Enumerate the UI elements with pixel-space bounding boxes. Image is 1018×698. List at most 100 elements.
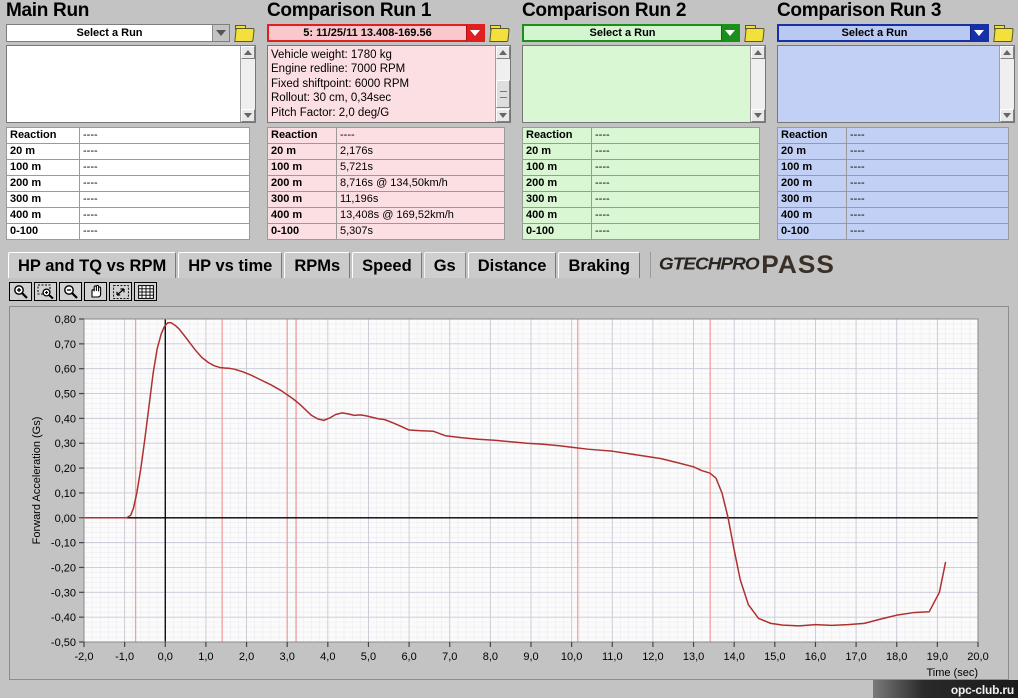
scroll-down-icon[interactable]: [751, 109, 765, 122]
panel-comparison-run-3: Comparison Run 3 Select a Run Reaction --…: [771, 0, 1015, 248]
x-tick-label: 7,0: [442, 651, 457, 663]
stat-value: ----: [846, 191, 1009, 208]
table-row: 300 m ----: [777, 191, 1009, 208]
stat-label: 100 m: [522, 159, 592, 176]
run-info-listbox-r3[interactable]: [777, 45, 1015, 123]
table-row: 100 m 5,721s: [267, 159, 505, 176]
scrollbar-main[interactable]: [240, 46, 255, 122]
x-tick-label: 19,0: [927, 651, 948, 663]
run-select-combo-r1[interactable]: 5: 11/25/11 13.408-169.56: [267, 24, 485, 42]
stat-label: 20 m: [777, 143, 847, 160]
stat-label: 400 m: [777, 207, 847, 224]
chevron-down-icon[interactable]: [466, 25, 483, 41]
run-selector-row-main: Select a Run: [6, 23, 256, 43]
y-tick-label: -0,10: [51, 538, 76, 550]
run-info-listbox-main[interactable]: [6, 45, 256, 123]
table-row: 200 m ----: [522, 175, 760, 192]
tab-rpms[interactable]: RPMs: [284, 252, 351, 278]
tab-distance[interactable]: Distance: [467, 252, 557, 278]
stat-value: ----: [79, 207, 250, 224]
scrollbar-thumb[interactable]: [496, 80, 510, 108]
stat-label: 300 m: [522, 191, 592, 208]
stat-label: 20 m: [267, 143, 337, 160]
zoom-box-icon[interactable]: [34, 282, 57, 301]
y-tick-label: 0,70: [55, 339, 76, 351]
run-select-value-main: Select a Run: [76, 27, 143, 39]
table-row: 300 m ----: [522, 191, 760, 208]
zoom-in-icon[interactable]: [9, 282, 32, 301]
run-select-combo-r3[interactable]: Select a Run: [777, 24, 989, 42]
x-tick-label: 18,0: [886, 651, 907, 663]
table-row: 0-100 ----: [777, 223, 1009, 240]
scroll-up-icon[interactable]: [751, 46, 765, 59]
tab-gs[interactable]: Gs: [423, 252, 466, 278]
scroll-up-icon[interactable]: [1000, 46, 1014, 59]
scroll-up-icon[interactable]: [241, 46, 255, 59]
tab-hp-vs-time[interactable]: HP vs time: [178, 252, 283, 278]
stat-label: 100 m: [267, 159, 337, 176]
grid-icon[interactable]: [134, 282, 157, 301]
forward-acceleration-chart[interactable]: 0,80 0,70 0,60 0,50 0,40 0,30 0,20 0,10 0,00 -0,1…: [10, 307, 1008, 679]
stat-value: ----: [79, 127, 250, 144]
run-info-text-r1: Vehicle weight: 1780 kg Engine redline: …: [271, 49, 410, 119]
x-tick-label: 0,0: [158, 651, 173, 663]
table-row: Reaction ----: [267, 127, 505, 144]
zoom-out-icon[interactable]: [59, 282, 82, 301]
stat-value: ----: [79, 143, 250, 160]
scroll-down-icon[interactable]: [496, 109, 510, 122]
table-row: Reaction ----: [6, 127, 250, 144]
pan-hand-icon[interactable]: [84, 282, 107, 301]
tab-speed[interactable]: Speed: [352, 252, 422, 278]
x-tick-label: 5,0: [361, 651, 376, 663]
stat-label: 300 m: [267, 191, 337, 208]
table-row: 400 m ----: [6, 207, 250, 224]
open-folder-icon-r3[interactable]: [993, 24, 1015, 42]
scrollbar-r2[interactable]: [750, 46, 765, 122]
stat-value: ----: [846, 159, 1009, 176]
open-folder-icon-main[interactable]: [234, 24, 256, 42]
scroll-down-icon[interactable]: [241, 109, 255, 122]
fit-to-window-icon[interactable]: [109, 282, 132, 301]
scrollbar-r1[interactable]: [495, 46, 510, 122]
run-select-combo-main[interactable]: Select a Run: [6, 24, 230, 42]
tab-braking[interactable]: Braking: [558, 252, 640, 278]
stat-label: 400 m: [6, 207, 80, 224]
runs-panels: Main Run Select a Run Reaction ---- 20 m-…: [0, 0, 1018, 248]
y-axis-label: Forward Acceleration (Gs): [31, 417, 43, 545]
y-tick-label: -0,20: [51, 562, 76, 574]
gs-chart-panel[interactable]: 0,80 0,70 0,60 0,50 0,40 0,30 0,20 0,10 0,00 -0,1…: [9, 306, 1009, 680]
stat-label: Reaction: [267, 127, 337, 144]
open-folder-icon-r2[interactable]: [744, 24, 766, 42]
run-info-listbox-r2[interactable]: [522, 45, 766, 123]
stat-value: ----: [591, 223, 760, 240]
x-tick-label: 9,0: [523, 651, 538, 663]
open-folder-icon-r1[interactable]: [489, 24, 511, 42]
stat-value: 13,408s @ 169,52km/h: [336, 207, 505, 224]
run-info-listbox-r1[interactable]: Vehicle weight: 1780 kg Engine redline: …: [267, 45, 511, 123]
x-tick-label: 3,0: [280, 651, 295, 663]
table-row: 200 m ----: [777, 175, 1009, 192]
tab-hp-and-tq-vs-rpm[interactable]: HP and TQ vs RPM: [8, 252, 177, 278]
scroll-up-icon[interactable]: [496, 46, 510, 59]
stat-label: 300 m: [777, 191, 847, 208]
tab-list: HP and TQ vs RPM HP vs time RPMs Speed G…: [8, 250, 834, 279]
scrollbar-r3[interactable]: [999, 46, 1014, 122]
table-row: 100 m ----: [777, 159, 1009, 176]
chart-toolbar: [0, 280, 1018, 304]
y-tick-label: -0,40: [51, 612, 76, 624]
table-row: 20 m ----: [522, 143, 760, 160]
chevron-down-icon[interactable]: [970, 25, 987, 41]
table-row: 400 m 13,408s @ 169,52km/h: [267, 207, 505, 224]
scroll-down-icon[interactable]: [1000, 109, 1014, 122]
stat-label: 200 m: [522, 175, 592, 192]
run-info-text-r3: [778, 46, 999, 122]
table-row: 300 m ----: [6, 191, 250, 208]
chevron-down-icon[interactable]: [212, 25, 229, 41]
x-tick-label: 14,0: [723, 651, 744, 663]
stat-value: 11,196s: [336, 191, 505, 208]
chevron-down-icon[interactable]: [721, 25, 738, 41]
x-tick-label: 2,0: [239, 651, 254, 663]
stat-label: 300 m: [6, 191, 80, 208]
panel-title-comparison-run-1: Comparison Run 1: [267, 0, 432, 21]
run-select-combo-r2[interactable]: Select a Run: [522, 24, 740, 42]
